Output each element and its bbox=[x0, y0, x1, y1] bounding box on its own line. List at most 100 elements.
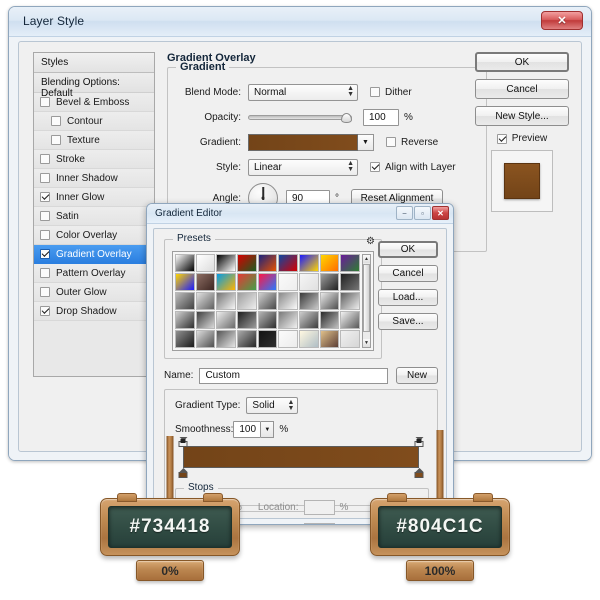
styles-list-item[interactable]: Color Overlay bbox=[34, 226, 154, 245]
preset-swatch[interactable] bbox=[278, 311, 298, 329]
preview-checkbox-row[interactable]: Preview bbox=[475, 133, 569, 144]
styles-list-item[interactable]: Inner Glow bbox=[34, 188, 154, 207]
preset-swatch[interactable] bbox=[340, 330, 360, 348]
dither-checkbox-row[interactable]: Dither bbox=[370, 87, 412, 98]
gradient-swatch[interactable] bbox=[248, 134, 358, 151]
scrollbar-thumb[interactable] bbox=[363, 264, 370, 332]
preset-swatch[interactable] bbox=[175, 254, 195, 272]
preset-swatch[interactable] bbox=[299, 273, 319, 291]
preset-swatch[interactable] bbox=[258, 311, 278, 329]
name-input[interactable]: Custom bbox=[199, 368, 388, 384]
preset-swatch[interactable] bbox=[216, 273, 236, 291]
location-input-opacity[interactable] bbox=[304, 500, 335, 515]
preset-swatch[interactable] bbox=[278, 273, 298, 291]
styles-list-item-checkbox[interactable] bbox=[40, 287, 50, 297]
preset-swatch[interactable] bbox=[196, 292, 216, 310]
preset-swatch[interactable] bbox=[196, 311, 216, 329]
preset-swatch[interactable] bbox=[258, 330, 278, 348]
preset-swatch[interactable] bbox=[278, 292, 298, 310]
preset-swatch[interactable] bbox=[320, 330, 340, 348]
chevron-down-icon[interactable]: ▼ bbox=[358, 134, 374, 151]
styles-list-item-checkbox[interactable] bbox=[40, 249, 50, 259]
ok-button[interactable]: OK bbox=[475, 52, 569, 72]
preset-swatch[interactable] bbox=[320, 311, 340, 329]
minimize-icon[interactable]: − bbox=[396, 206, 413, 220]
preset-swatch[interactable] bbox=[340, 273, 360, 291]
smoothness-input[interactable]: 100 bbox=[233, 421, 261, 438]
styles-list-item[interactable]: Pattern Overlay bbox=[34, 264, 154, 283]
styles-list-item[interactable]: Stroke bbox=[34, 150, 154, 169]
preset-swatch[interactable] bbox=[258, 254, 278, 272]
preset-swatch[interactable] bbox=[340, 292, 360, 310]
preset-swatch[interactable] bbox=[175, 311, 195, 329]
preset-swatch[interactable] bbox=[237, 292, 257, 310]
blend-mode-select[interactable]: Normal ▲▼ bbox=[248, 84, 358, 101]
preset-swatch[interactable] bbox=[258, 273, 278, 291]
preset-swatch[interactable] bbox=[175, 330, 195, 348]
styles-list-item-checkbox[interactable] bbox=[40, 211, 50, 221]
style-select[interactable]: Linear ▲▼ bbox=[248, 159, 358, 176]
preset-swatch[interactable] bbox=[196, 254, 216, 272]
styles-list-item[interactable]: Texture bbox=[34, 131, 154, 150]
preset-swatch[interactable] bbox=[237, 273, 257, 291]
gradient-editor-ok-button[interactable]: OK bbox=[378, 241, 438, 258]
align-with-layer-checkbox[interactable] bbox=[370, 162, 380, 172]
dither-checkbox[interactable] bbox=[370, 87, 380, 97]
styles-list-item[interactable]: Gradient Overlay bbox=[34, 245, 154, 264]
styles-list-item-checkbox[interactable] bbox=[40, 154, 50, 164]
reverse-checkbox-row[interactable]: Reverse bbox=[386, 137, 438, 148]
preset-swatch[interactable] bbox=[278, 254, 298, 272]
gear-icon[interactable]: ⚙ bbox=[366, 236, 375, 247]
load-button[interactable]: Load... bbox=[378, 289, 438, 306]
preset-swatch[interactable] bbox=[216, 311, 236, 329]
opacity-stop-start[interactable] bbox=[179, 437, 188, 446]
preset-swatch[interactable] bbox=[258, 292, 278, 310]
styles-list-item[interactable]: Contour bbox=[34, 112, 154, 131]
layer-style-titlebar[interactable]: Layer Style ✕ bbox=[9, 7, 591, 37]
preset-swatch[interactable] bbox=[299, 311, 319, 329]
close-icon[interactable]: ✕ bbox=[541, 11, 583, 30]
styles-list-item[interactable]: Inner Shadow bbox=[34, 169, 154, 188]
preset-swatch[interactable] bbox=[216, 292, 236, 310]
preset-swatch[interactable] bbox=[216, 330, 236, 348]
cancel-button[interactable]: Cancel bbox=[475, 79, 569, 99]
new-button[interactable]: New bbox=[396, 367, 438, 384]
styles-list-item-checkbox[interactable] bbox=[51, 135, 61, 145]
preset-swatch[interactable] bbox=[320, 273, 340, 291]
preset-swatch[interactable] bbox=[299, 254, 319, 272]
preset-swatch[interactable] bbox=[216, 254, 236, 272]
scroll-up-icon[interactable]: ▲ bbox=[363, 255, 370, 263]
location-input-color[interactable] bbox=[304, 523, 335, 525]
opacity-input[interactable]: 100 bbox=[363, 109, 399, 126]
preset-swatch[interactable] bbox=[196, 273, 216, 291]
opacity-slider-knob[interactable] bbox=[341, 113, 352, 123]
color-stop-end[interactable] bbox=[415, 468, 424, 478]
styles-list-item-checkbox[interactable] bbox=[40, 306, 50, 316]
new-style-button[interactable]: New Style... bbox=[475, 106, 569, 126]
preset-swatch[interactable] bbox=[299, 292, 319, 310]
preset-swatch[interactable] bbox=[237, 311, 257, 329]
preset-swatch[interactable] bbox=[175, 292, 195, 310]
styles-list-item-checkbox[interactable] bbox=[40, 230, 50, 240]
styles-list-item[interactable]: Outer Glow bbox=[34, 283, 154, 302]
styles-list-item-checkbox[interactable] bbox=[51, 116, 61, 126]
preset-swatch[interactable] bbox=[175, 273, 195, 291]
presets-scrollbar[interactable]: ▲ ▼ bbox=[362, 254, 371, 348]
styles-list-item-checkbox[interactable] bbox=[40, 268, 50, 278]
styles-list-item-checkbox[interactable] bbox=[40, 192, 50, 202]
preset-swatch[interactable] bbox=[237, 254, 257, 272]
close-icon[interactable]: ✕ bbox=[432, 206, 449, 220]
preset-swatch[interactable] bbox=[320, 292, 340, 310]
chevron-down-icon[interactable]: ▼ bbox=[261, 421, 274, 438]
gradient-editor-cancel-button[interactable]: Cancel bbox=[378, 265, 438, 282]
styles-list-item-checkbox[interactable] bbox=[40, 173, 50, 183]
align-with-layer-row[interactable]: Align with Layer bbox=[370, 162, 456, 173]
preset-swatch[interactable] bbox=[278, 330, 298, 348]
styles-list-item-checkbox[interactable] bbox=[40, 97, 50, 107]
blending-options-item[interactable]: Blending Options: Default bbox=[34, 73, 154, 93]
preview-checkbox[interactable] bbox=[497, 134, 507, 144]
opacity-stop-end[interactable] bbox=[415, 437, 424, 446]
color-stop-start[interactable] bbox=[179, 468, 188, 478]
styles-list-item[interactable]: Drop Shadow bbox=[34, 302, 154, 321]
opacity-slider[interactable] bbox=[248, 109, 352, 126]
